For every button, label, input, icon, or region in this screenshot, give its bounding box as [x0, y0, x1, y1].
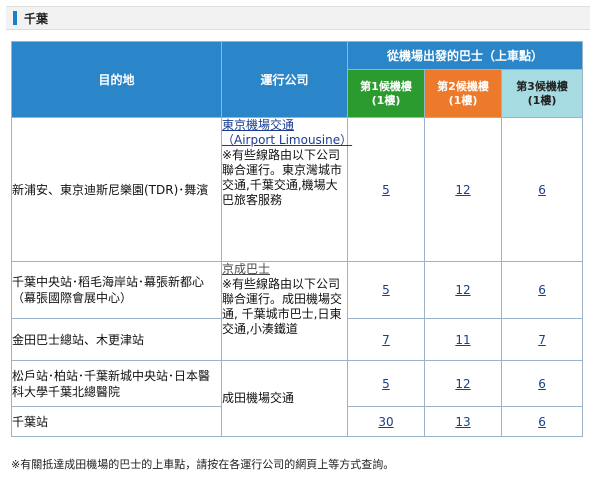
destination-cell: 新浦安、東京迪斯尼樂園(TDR)･舞濱 [11, 117, 222, 262]
table-row: 新浦安、東京迪斯尼樂園(TDR)･舞濱 東京機場交通 （Airport Limo… [11, 117, 584, 262]
platform-link-t3[interactable]: 7 [538, 333, 546, 347]
destination-cell: 千葉站 [11, 406, 222, 437]
accent-bar [13, 11, 17, 25]
platform-link-t2[interactable]: 12 [455, 377, 470, 391]
operator-cell-1: 東京機場交通 （Airport Limousine） ※有些線路由以下公司聯合運… [221, 117, 352, 262]
terminal-1-floor: (1樓) [371, 93, 401, 107]
section-header: 千葉 [6, 6, 590, 30]
platform-link-t2[interactable]: 13 [455, 415, 470, 429]
operator-link-tokyo-airport-transport[interactable]: 東京機場交通 （Airport Limousine） [222, 118, 352, 147]
terminal-1-name: 第1候機樓 [360, 79, 412, 93]
platform-link-t3[interactable]: 6 [538, 283, 546, 297]
platform-link-t1[interactable]: 5 [382, 183, 390, 197]
terminal-1-header: 第1候機樓 (1樓) [347, 69, 425, 118]
terminal-3-name: 第3候機樓 [516, 79, 568, 93]
destination-cell: 千葉中央站･稻毛海岸站･幕張新都心（幕張國際會展中心） [11, 261, 222, 319]
terminal-2-name: 第2候機樓 [437, 79, 489, 93]
section-title: 千葉 [24, 12, 49, 26]
platform-link-t1[interactable]: 5 [382, 377, 390, 391]
platform-link-t1[interactable]: 30 [378, 415, 393, 429]
operator-note: ※有些線路由以下公司聯合運行。東京灣城市交通,千葉交通,機場大巴旅客服務 [222, 148, 343, 207]
platform-link-t3[interactable]: 6 [538, 377, 546, 391]
platform-link-t3[interactable]: 6 [538, 183, 546, 197]
platform-link-t3[interactable]: 6 [538, 415, 546, 429]
platform-link-t2[interactable]: 12 [455, 183, 470, 197]
destination-cell: 金田巴士總站、木更津站 [11, 318, 222, 361]
platform-link-t2[interactable]: 12 [455, 283, 470, 297]
footnote: ※有關抵達成田機場的巴士的上車點，請按在各運行公司的網頁上等方式查詢。 [11, 458, 395, 471]
operator-link-keisei-bus[interactable]: 京成巴士 [222, 262, 270, 276]
terminal-3-header: 第3候機樓 (1樓) [500, 69, 584, 118]
destination-header: 目的地 [11, 41, 222, 118]
operator-cell-2: 京成巴士 ※有些線路由以下公司聯合運行。成田機場交通, 千葉城市巴士,日東交通,… [221, 261, 348, 361]
operator-note: ※有些線路由以下公司聯合運行。成田機場交通, 千葉城市巴士,日東交通,小湊鐵道 [222, 277, 343, 336]
terminal-3-floor: (1樓) [527, 93, 557, 107]
terminal-2-floor: (1樓) [448, 93, 478, 107]
operator-cell-3: 成田機場交通 [221, 360, 348, 437]
platform-link-t1[interactable]: 7 [382, 333, 390, 347]
operator-header: 運行公司 [221, 41, 348, 118]
destination-cell: 松戶站･柏站･千葉新城中央站･日本醫科大學千葉北總醫院 [11, 360, 222, 407]
bus-table: 目的地 運行公司 從機場出發的巴士（上車點） 第1候機樓 (1樓) 第2候機樓 … [11, 41, 584, 437]
platform-link-t2[interactable]: 11 [455, 333, 470, 347]
platform-link-t1[interactable]: 5 [382, 283, 390, 297]
terminal-2-header: 第2候機樓 (1樓) [424, 69, 502, 118]
table-row: 千葉中央站･稻毛海岸站･幕張新都心（幕張國際會展中心） 京成巴士 ※有些線路由以… [11, 261, 584, 361]
boarding-point-header: 從機場出發的巴士（上車點） [346, 41, 584, 70]
table-row: 松戶站･柏站･千葉新城中央站･日本醫科大學千葉北總醫院 成田機場交通 5 12 … [11, 360, 584, 437]
